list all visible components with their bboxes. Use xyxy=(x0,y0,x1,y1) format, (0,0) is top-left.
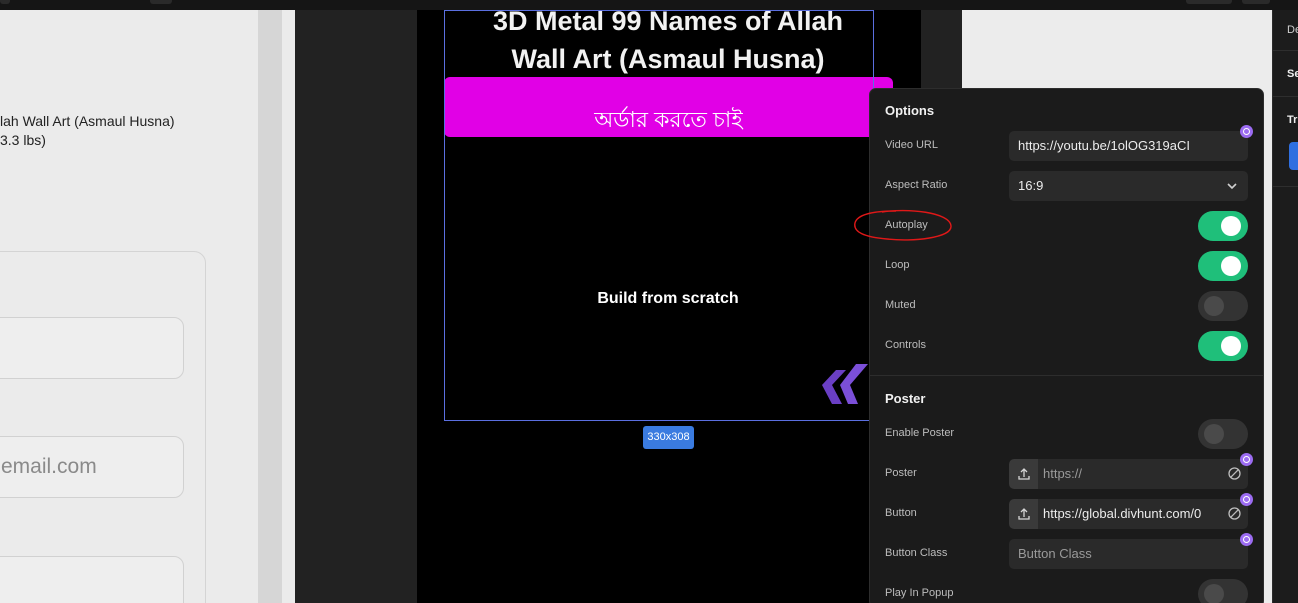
video-caption: Build from scratch xyxy=(597,290,739,307)
dynamic-value-icon[interactable] xyxy=(1240,493,1253,506)
left-scrollbar[interactable] xyxy=(258,10,282,603)
loop-toggle[interactable] xyxy=(1198,251,1248,281)
poster-label: Poster xyxy=(885,467,917,479)
selected-video-element[interactable] xyxy=(444,10,874,421)
dynamic-value-icon[interactable] xyxy=(1240,125,1253,138)
section-divider xyxy=(870,375,1263,376)
button-label: Button xyxy=(885,507,917,519)
divhunt-logo-icon xyxy=(822,364,868,404)
toggle-knob xyxy=(1221,336,1241,356)
poster-input[interactable]: https:// xyxy=(1009,459,1248,489)
element-size-badge: 330x308 xyxy=(643,426,694,449)
clear-icon[interactable] xyxy=(1227,466,1242,481)
product-title: lah Wall Art (Asmaul Husna) 3.3 lbs) xyxy=(0,112,175,150)
annotation-circle xyxy=(854,209,952,241)
play-in-popup-toggle[interactable] xyxy=(1198,579,1248,603)
chevron-down-icon xyxy=(1227,183,1237,190)
side-panel-section: Se xyxy=(1287,68,1298,80)
enable-poster-toggle[interactable] xyxy=(1198,419,1248,449)
loop-label: Loop xyxy=(885,259,910,271)
controls-label: Controls xyxy=(885,339,926,351)
email-field[interactable]: email.com xyxy=(0,436,184,498)
toggle-knob xyxy=(1204,296,1224,316)
toggle-knob xyxy=(1221,216,1241,236)
toggle-knob xyxy=(1204,584,1224,603)
poster-section-title: Poster xyxy=(885,391,926,406)
muted-label: Muted xyxy=(885,299,916,311)
toolbar-nub xyxy=(0,0,10,4)
toggle-knob xyxy=(1204,424,1224,444)
button-input[interactable]: https://global.divhunt.com/0 xyxy=(1009,499,1248,529)
name-field[interactable] xyxy=(0,317,184,379)
side-panel-tab[interactable]: De xyxy=(1287,24,1298,36)
side-panel-divider xyxy=(1273,186,1298,187)
side-panel-section: Tr xyxy=(1287,114,1298,126)
side-panel-divider xyxy=(1273,96,1298,97)
clear-icon[interactable] xyxy=(1227,506,1242,521)
left-gutter xyxy=(282,10,295,603)
play-in-popup-label: Play In Popup xyxy=(885,587,954,599)
email-placeholder: email.com xyxy=(1,455,97,478)
left-page-preview: lah Wall Art (Asmaul Husna) 3.3 lbs) ema… xyxy=(0,10,258,603)
aspect-ratio-value: 16:9 xyxy=(1018,178,1044,193)
options-section-title: Options xyxy=(885,103,935,118)
button-class-input[interactable]: Button Class xyxy=(1009,539,1248,569)
dynamic-value-icon[interactable] xyxy=(1240,453,1253,466)
side-panel-button[interactable] xyxy=(1289,142,1298,170)
video-url-label: Video URL xyxy=(885,139,938,151)
poster-placeholder: https:// xyxy=(1043,466,1083,481)
enable-poster-label: Enable Poster xyxy=(885,427,955,439)
aspect-ratio-select[interactable]: 16:9 xyxy=(1009,171,1248,201)
dynamic-value-icon[interactable] xyxy=(1240,533,1253,546)
toolbar-nub xyxy=(150,0,172,4)
right-side-panel: De Se Tr xyxy=(1272,10,1298,603)
controls-toggle[interactable] xyxy=(1198,331,1248,361)
form-card xyxy=(0,251,206,603)
upload-icon[interactable] xyxy=(1009,499,1038,529)
toggle-knob xyxy=(1221,256,1241,276)
autoplay-toggle[interactable] xyxy=(1198,211,1248,241)
toolbar-nub xyxy=(1186,0,1232,4)
upload-icon[interactable] xyxy=(1009,459,1038,489)
aspect-ratio-label: Aspect Ratio xyxy=(885,179,948,191)
phone-field[interactable] xyxy=(0,556,184,603)
toolbar-nub xyxy=(1242,0,1270,4)
side-panel-divider xyxy=(1273,50,1298,51)
button-class-label: Button Class xyxy=(885,547,948,559)
video-options-panel: Options Video URL https://youtu.be/1olOG… xyxy=(869,88,1264,603)
product-weight-line: 3.3 lbs) xyxy=(0,132,46,148)
canvas-background xyxy=(295,10,417,603)
button-value: https://global.divhunt.com/0 xyxy=(1043,506,1202,521)
muted-toggle[interactable] xyxy=(1198,291,1248,321)
product-title-line: lah Wall Art (Asmaul Husna) xyxy=(0,113,175,129)
video-url-input[interactable]: https://youtu.be/1olOG319aCI xyxy=(1009,131,1248,161)
